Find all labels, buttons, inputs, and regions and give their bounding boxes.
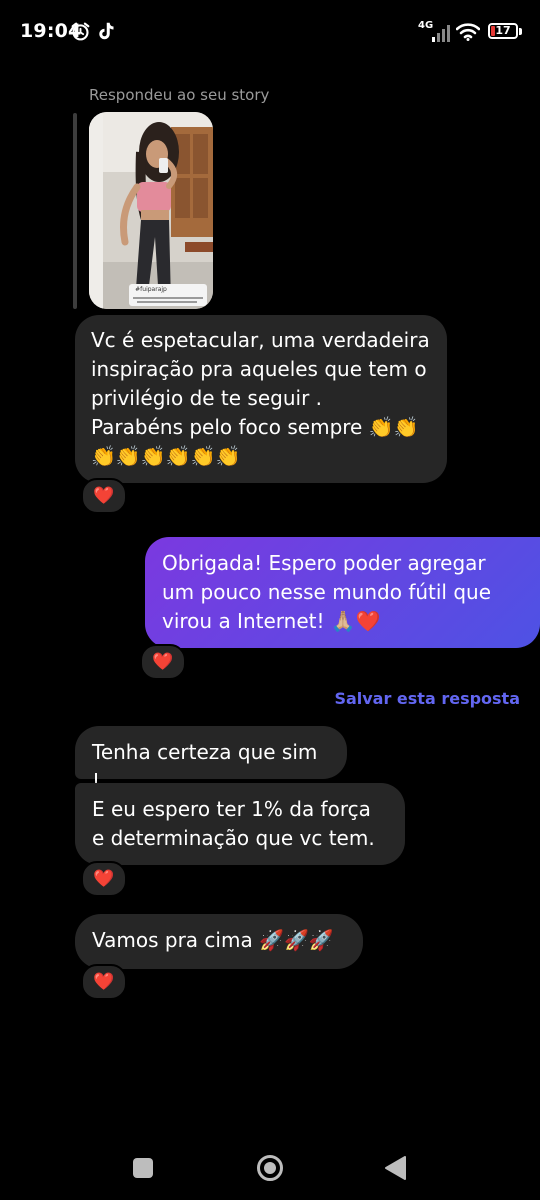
heart-icon: ❤️ xyxy=(93,869,115,889)
home-icon[interactable] xyxy=(256,1154,284,1182)
message-bubble-received[interactable]: E eu espero ter 1% da força e determinaç… xyxy=(75,783,405,865)
tiktok-icon xyxy=(97,21,115,45)
heart-icon: ❤️ xyxy=(152,652,174,672)
reaction-chip[interactable]: ❤️ xyxy=(81,861,127,897)
reaction-chip[interactable]: ❤️ xyxy=(81,478,127,514)
story-photo xyxy=(89,112,213,309)
message-bubble-received[interactable]: Vamos pra cima 🚀🚀🚀 xyxy=(75,914,363,969)
message-bubble-sent[interactable]: Obrigada! Espero poder agregar um pouco … xyxy=(145,537,540,648)
story-reply-label: Respondeu ao seu story xyxy=(89,86,270,104)
recents-icon[interactable] xyxy=(133,1158,153,1178)
save-reply-link[interactable]: Salvar esta resposta xyxy=(334,689,520,708)
story-thumbnail[interactable]: #fuiparajp xyxy=(89,112,213,309)
system-nav-bar xyxy=(0,1138,540,1200)
story-quote-bar xyxy=(73,113,77,309)
reaction-chip[interactable]: ❤️ xyxy=(81,964,127,1000)
signal-icon xyxy=(432,24,452,46)
story-caption: #fuiparajp xyxy=(135,286,167,293)
alarm-icon xyxy=(70,21,91,46)
battery-icon: 17 xyxy=(488,23,518,39)
back-icon[interactable] xyxy=(383,1155,407,1185)
wifi-icon xyxy=(455,23,481,45)
heart-icon: ❤️ xyxy=(93,972,115,992)
message-bubble-received[interactable]: Tenha certeza que sim ! xyxy=(75,726,347,793)
status-right-group: 4G 17 xyxy=(418,20,526,46)
heart-icon: ❤️ xyxy=(93,486,115,506)
message-bubble-received[interactable]: Vc é espetacular, uma verdadeira inspira… xyxy=(75,315,447,483)
reaction-chip[interactable]: ❤️ xyxy=(140,644,186,680)
battery-level: 17 xyxy=(495,24,511,37)
chat-thread[interactable] xyxy=(0,48,540,1010)
network-type-label: 4G xyxy=(418,20,434,31)
